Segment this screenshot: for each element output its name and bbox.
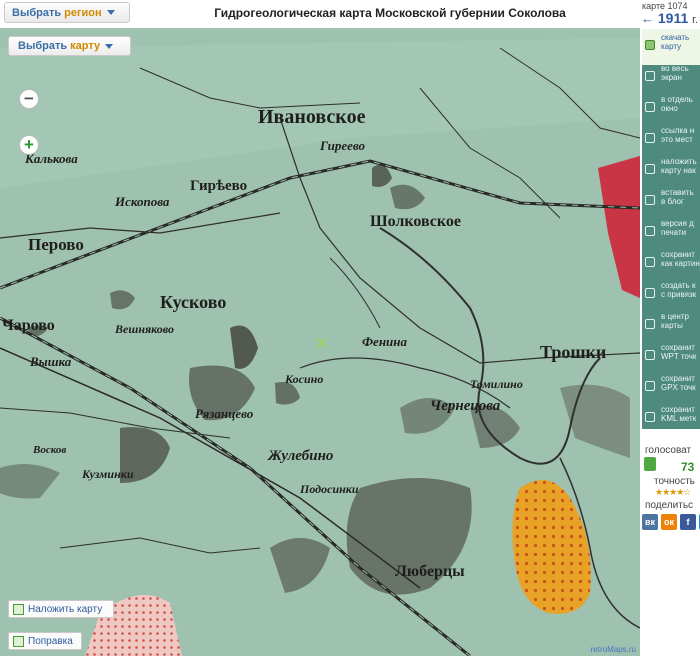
map-label-veshnyakovo: Вешняково [114,322,174,336]
map-label-gireevo2: Гирѣево [190,178,247,194]
ok-share-icon[interactable]: ок [661,514,677,530]
map-label-kuskovo: Кусково [160,292,226,312]
tool-label: сохранит как картин [661,250,700,268]
wpt-icon [645,350,655,360]
gpx-icon [645,381,655,391]
tool-panel: скачать карту во весь экран в отдель окн… [642,29,700,429]
tool-label: сохранит KML метк [661,405,697,423]
tool-label: сохранит WPT точк [661,343,697,361]
correction-button[interactable]: Поправка [8,632,82,650]
select-region-highlight: регион [64,6,102,19]
tool-label: версия д печати [661,219,694,237]
fullscreen-icon [645,71,655,81]
map-label-ryazantsevo: Рязанцево [195,406,254,421]
crosshair-icon [645,319,655,329]
overlay-map-button[interactable]: Наложить карту [8,600,114,618]
map-label-vyshka: Вышка [29,354,72,369]
save-icon [645,257,655,267]
map-label-gireevo: Гиреево [319,138,366,153]
correction-label: Поправка [28,635,73,647]
map-label-tomilino: Томилино [470,377,523,391]
tool-label: вставить в блог [661,188,694,206]
select-region-button[interactable]: Выбрать регион [4,2,130,23]
download-icon [645,40,655,50]
zoom-out-button[interactable]: − [19,89,39,109]
map-label-fenina: Фенина [362,334,407,349]
map-year: 1911 [657,10,689,26]
map-label-troshki: Трошки [540,342,606,362]
select-map-label: Выбрать [18,40,68,52]
tool-label: во весь экран [661,64,689,82]
accuracy-stars[interactable]: ★★★★☆ [655,487,691,498]
vk-share-icon[interactable]: вк [642,514,658,530]
map-label-sholkovo: Шолковское [370,213,461,230]
print-icon [645,226,655,236]
facebook-share-icon[interactable]: f [680,514,696,530]
tool-label: наложить карту нак [661,157,697,175]
select-map-button[interactable]: Выбрать карту [8,36,131,56]
overlay-icon [645,164,655,174]
tool-label: сохранит GPX точк [661,374,696,392]
map-label-kosino: Косино [284,372,323,386]
accuracy-label: точность [654,476,695,487]
map-label-kuzminki: Кузминки [81,467,134,481]
chevron-down-icon [106,10,115,15]
map-label-voskov: Восков [32,444,66,456]
zoom-in-button[interactable]: + [19,135,39,155]
overlay-icon [13,603,24,615]
chevron-down-icon [105,43,114,49]
edit-icon [13,635,24,647]
tool-label: создать к с привязк [661,281,697,299]
share-label: поделитьс [645,500,694,511]
votes-label: голосоват [645,445,692,456]
tool-label: в центр карты [661,312,689,330]
kml-icon [645,412,655,422]
map-label-ivanovskoe: Ивановское [258,106,366,128]
year-suffix: г. [692,14,698,26]
page-title: Гидрогеологическая карта Московской губе… [214,6,566,20]
tool-label: скачать карту [661,33,690,51]
map-label-chernetsova: Чернецова [430,398,501,414]
grid-icon [645,288,655,298]
map-credit-link[interactable]: retroMaps.ru [591,645,636,654]
map-label-zhulebino: Жулебино [267,448,333,464]
votes-count: 73 [681,460,695,474]
map-label-podosinki: Подосинки [299,482,359,496]
map-label-charovo: Чарово [2,317,55,334]
thumbs-up-icon[interactable] [644,457,656,471]
map-label-perovo: Перово [28,235,84,254]
overlay-map-label: Наложить карту [28,603,103,615]
tool-label: ссылка н это мест [661,126,695,144]
map-label-lyuberci: Люберцы [395,563,465,580]
tool-label: в отдель окно [661,95,693,113]
top-bar: Выбрать регион Гидрогеологическая карта … [0,0,640,28]
select-map-highlight: карту [70,40,101,52]
map-image[interactable]: Ивановское Гиреево Гирѣево Калькова Иско… [0,28,640,656]
cursor-icon [645,133,655,143]
tool-save-kml[interactable]: сохранит KML метк [642,401,700,437]
arrow-left-icon[interactable]: ← [641,11,654,26]
select-region-label: Выбрать [12,6,62,19]
pencil-icon [645,195,655,205]
right-sidebar: карте 1074 ← 1911 г. скачать карту во ве… [640,0,700,656]
map-viewport[interactable]: Ивановское Гиреево Гирѣево Калькова Иско… [0,28,640,656]
year-selector[interactable]: ← 1911 г. [641,10,698,26]
map-label-iskopova: Ископова [114,194,170,209]
window-icon [645,102,655,112]
